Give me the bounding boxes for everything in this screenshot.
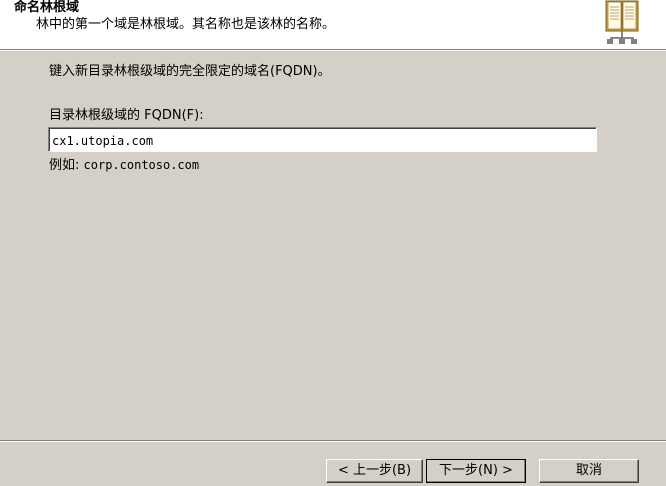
wizard-header: 命名林根域 林中的第一个域是林根域。其名称也是该林的名称。 [0, 0, 666, 49]
page-title: 命名林根域 [14, 0, 80, 15]
example-prefix: 例如: [49, 158, 84, 173]
page-subtitle: 林中的第一个域是林根域。其名称也是该林的名称。 [36, 17, 336, 32]
cancel-button[interactable]: 取消 [539, 459, 639, 483]
fqdn-field-label: 目录林根级域的 FQDN(F): [49, 108, 204, 123]
header-divider-highlight [0, 50, 666, 51]
next-button[interactable]: 下一步(N) > [426, 459, 526, 483]
example-text: 例如: corp.contoso.com [49, 157, 199, 174]
new-forest-wizard-dialog: 命名林根域 林中的第一个域是林根域。其名称也是该林的名称。 键入新目录林根级域的… [0, 0, 666, 486]
footer-divider-highlight [0, 441, 666, 442]
instruction-text: 键入新目录林根级域的完全限定的域名(FQDN)。 [49, 64, 331, 79]
example-value: corp.contoso.com [83, 158, 200, 172]
fqdn-input[interactable] [48, 127, 597, 152]
back-button[interactable]: < 上一步(B) [326, 459, 423, 483]
directory-book-icon [605, 0, 639, 44]
